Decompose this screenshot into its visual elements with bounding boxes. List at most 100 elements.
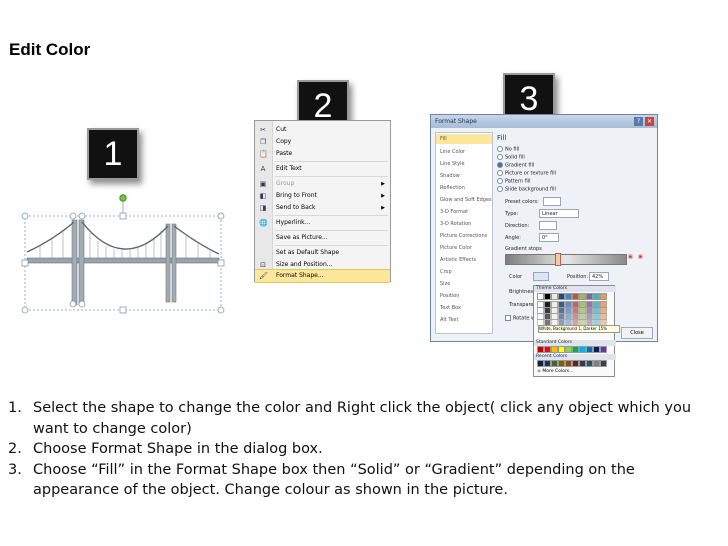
menu-item-bring-to-front[interactable]: ◧ Bring to Front ▶ bbox=[255, 190, 390, 202]
color-swatch[interactable] bbox=[558, 346, 565, 353]
color-swatch[interactable] bbox=[551, 293, 558, 300]
color-swatch[interactable] bbox=[544, 293, 551, 300]
color-swatch[interactable] bbox=[551, 313, 558, 320]
color-swatch[interactable] bbox=[586, 313, 593, 320]
handle-top-left[interactable] bbox=[21, 212, 29, 220]
color-swatch[interactable] bbox=[565, 346, 572, 353]
radio-solid-fill[interactable]: Solid fill bbox=[497, 154, 525, 161]
color-swatch[interactable] bbox=[586, 346, 593, 353]
color-swatch[interactable] bbox=[600, 301, 607, 308]
color-swatch[interactable] bbox=[537, 301, 544, 308]
category-position[interactable]: Position bbox=[440, 293, 459, 299]
color-swatch[interactable] bbox=[579, 293, 586, 300]
category-picture-color[interactable]: Picture Color bbox=[440, 245, 472, 251]
color-swatch[interactable] bbox=[565, 307, 572, 314]
color-swatch[interactable] bbox=[600, 313, 607, 320]
color-swatch[interactable] bbox=[537, 307, 544, 314]
color-swatch[interactable] bbox=[593, 313, 600, 320]
menu-item-edit-text[interactable]: A Edit Text bbox=[255, 163, 390, 175]
menu-item-copy[interactable]: ❐ Copy bbox=[255, 136, 390, 148]
handle-bottom-right[interactable] bbox=[217, 306, 225, 314]
category-artistic-effects[interactable]: Artistic Effects bbox=[440, 257, 476, 263]
color-swatch[interactable] bbox=[579, 313, 586, 320]
close-icon[interactable]: ✕ bbox=[645, 117, 654, 126]
remove-stop-icon[interactable]: ▣ bbox=[638, 254, 643, 260]
color-swatch[interactable] bbox=[600, 293, 607, 300]
menu-item-group[interactable]: ▣ Group ▶ bbox=[255, 178, 390, 190]
gradient-stops-bar[interactable] bbox=[505, 254, 627, 265]
handle-top-right[interactable] bbox=[217, 212, 225, 220]
color-picker-button[interactable] bbox=[533, 272, 549, 281]
color-swatch[interactable] bbox=[579, 307, 586, 314]
color-swatch[interactable] bbox=[544, 346, 551, 353]
color-swatch[interactable] bbox=[544, 360, 551, 367]
close-button[interactable]: Close bbox=[621, 327, 653, 339]
category-line-color[interactable]: Line Color bbox=[440, 149, 465, 155]
color-swatch[interactable] bbox=[537, 360, 544, 367]
color-swatch[interactable] bbox=[579, 301, 586, 308]
handle-right[interactable] bbox=[217, 259, 225, 267]
color-swatch[interactable] bbox=[558, 301, 565, 308]
color-swatch[interactable] bbox=[593, 307, 600, 314]
color-swatch[interactable] bbox=[600, 307, 607, 314]
position-input[interactable]: 42% bbox=[589, 272, 609, 281]
color-swatch[interactable] bbox=[572, 307, 579, 314]
color-swatch[interactable] bbox=[593, 360, 600, 367]
color-swatch[interactable] bbox=[565, 301, 572, 308]
category-3d-rotation[interactable]: 3-D Rotation bbox=[440, 221, 471, 227]
category-line-style[interactable]: Line Style bbox=[440, 161, 465, 167]
color-swatch[interactable] bbox=[551, 301, 558, 308]
color-swatch[interactable] bbox=[565, 313, 572, 320]
category-fill[interactable]: Fill bbox=[440, 136, 447, 142]
rotate-with-shape-checkbox[interactable]: Rotate w bbox=[505, 315, 535, 322]
color-swatch[interactable] bbox=[558, 313, 565, 320]
direction-dropdown[interactable] bbox=[539, 221, 557, 230]
color-swatch[interactable] bbox=[579, 360, 586, 367]
color-swatch[interactable] bbox=[572, 293, 579, 300]
color-swatch[interactable] bbox=[544, 313, 551, 320]
color-swatch[interactable] bbox=[537, 293, 544, 300]
handle-bottom[interactable] bbox=[119, 306, 127, 314]
color-swatch[interactable] bbox=[558, 307, 565, 314]
menu-item-hyperlink[interactable]: 🌐 Hyperlink... bbox=[255, 217, 390, 229]
category-shadow[interactable]: Shadow bbox=[440, 173, 460, 179]
more-colors-link[interactable]: ◉ More Colors... bbox=[537, 369, 573, 374]
color-swatch[interactable] bbox=[537, 346, 544, 353]
menu-item-send-to-back[interactable]: ◨ Send to Back ▶ bbox=[255, 202, 390, 214]
color-swatch[interactable] bbox=[565, 360, 572, 367]
handle-top[interactable] bbox=[119, 212, 127, 220]
color-swatch[interactable] bbox=[565, 293, 572, 300]
color-swatch[interactable] bbox=[551, 307, 558, 314]
color-swatch[interactable] bbox=[544, 301, 551, 308]
color-swatch[interactable] bbox=[586, 293, 593, 300]
color-swatch[interactable] bbox=[579, 346, 586, 353]
color-swatch[interactable] bbox=[572, 313, 579, 320]
radio-no-fill[interactable]: No fill bbox=[497, 146, 519, 153]
color-swatch[interactable] bbox=[544, 307, 551, 314]
radio-pattern-fill[interactable]: Pattern fill bbox=[497, 178, 531, 185]
rotate-handle[interactable] bbox=[119, 194, 127, 202]
category-glow[interactable]: Glow and Soft Edges bbox=[440, 197, 492, 203]
handle-bottom-left[interactable] bbox=[21, 306, 29, 314]
handle-left[interactable] bbox=[21, 259, 29, 267]
menu-item-cut[interactable]: ✂ Cut bbox=[255, 124, 390, 136]
category-text-box[interactable]: Text Box bbox=[440, 305, 461, 311]
color-swatch[interactable] bbox=[572, 346, 579, 353]
menu-item-paste[interactable]: 📋 Paste bbox=[255, 148, 390, 160]
preset-colors-dropdown[interactable] bbox=[543, 197, 561, 206]
color-swatch[interactable] bbox=[572, 360, 579, 367]
type-dropdown[interactable]: Linear bbox=[539, 209, 579, 218]
color-swatch[interactable] bbox=[558, 360, 565, 367]
color-swatch[interactable] bbox=[593, 346, 600, 353]
color-swatch[interactable] bbox=[593, 301, 600, 308]
add-stop-icon[interactable]: ▣ bbox=[628, 254, 633, 260]
menu-item-save-as-picture[interactable]: Save as Picture... bbox=[255, 232, 390, 244]
radio-picture-fill[interactable]: Picture or texture fill bbox=[497, 170, 556, 177]
color-swatch[interactable] bbox=[593, 293, 600, 300]
color-swatch[interactable] bbox=[551, 346, 558, 353]
menu-item-set-default-shape[interactable]: Set as Default Shape bbox=[255, 247, 390, 259]
category-crop[interactable]: Crop bbox=[440, 269, 452, 275]
radio-slide-bg-fill[interactable]: Slide background fill bbox=[497, 186, 556, 193]
bridge-shape[interactable] bbox=[18, 192, 230, 317]
category-size[interactable]: Size bbox=[440, 281, 450, 287]
